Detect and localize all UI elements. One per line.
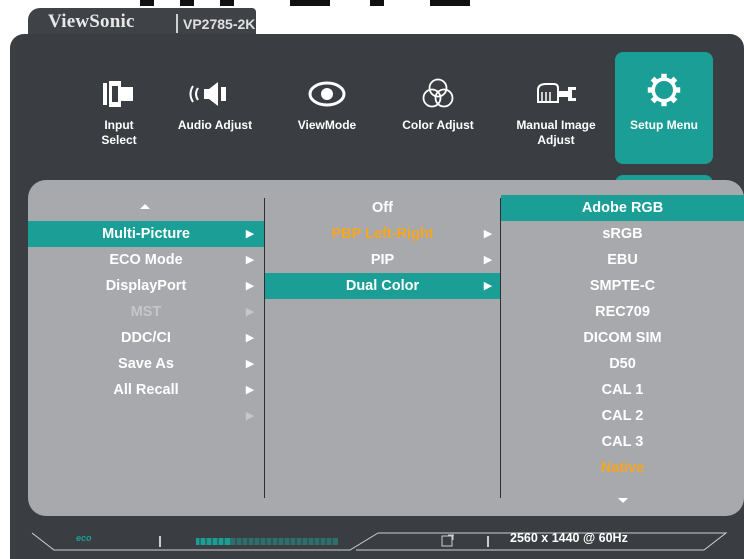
menu-item-ddc-ci[interactable]: DDC/CI ▶ <box>28 325 264 351</box>
menu-item-mst: MST ▶ <box>28 299 264 325</box>
menu-item-multi-picture[interactable]: Multi-Picture ▶ <box>28 221 264 247</box>
brand-separator <box>176 14 178 33</box>
submenu-arrow-icon: ▶ <box>245 280 255 292</box>
menu-item-displayport[interactable]: DisplayPort ▶ <box>28 273 264 299</box>
resolution-readout: 2560 x 1440 @ 60Hz <box>510 531 628 545</box>
menu-item-label: DisplayPort <box>105 278 187 294</box>
color-circles-icon <box>422 78 454 108</box>
submenu-item-off[interactable]: Off <box>265 195 500 221</box>
speaker-icon <box>189 82 226 106</box>
color-option-label: CAL 1 <box>601 382 644 398</box>
submenu-arrow-icon: ▶ <box>245 332 255 344</box>
submenu-arrow-icon: ▶ <box>245 410 255 422</box>
status-bar-frame <box>31 532 728 551</box>
color-option-label: REC709 <box>595 304 650 320</box>
menu-item-save-as[interactable]: Save As ▶ <box>28 351 264 377</box>
nav-audio-adjust[interactable]: Audio Adjust <box>160 54 270 164</box>
menu-item-label: MST <box>130 304 162 320</box>
nav-label-line1: ViewMode <box>297 118 357 132</box>
submenu-item-label: Dual Color <box>345 278 420 294</box>
menu-item-label: DDC/CI <box>121 330 171 346</box>
gear-icon <box>647 73 681 107</box>
color-option-label: Native <box>600 460 645 476</box>
nav-label-line2: Select <box>101 133 137 147</box>
color-option-cal-2[interactable]: CAL 2 <box>501 403 744 429</box>
nav-label-line1: Color Adjust <box>402 118 474 132</box>
color-option-d50[interactable]: D50 <box>501 351 744 377</box>
color-option-label: DICOM SIM <box>583 330 662 346</box>
top-strip <box>140 0 500 8</box>
color-option-adobe-rgb[interactable]: Adobe RGB <box>501 195 744 221</box>
menu-item-eco-mode[interactable]: ECO Mode ▶ <box>28 247 264 273</box>
submenu-arrow-icon: ▶ <box>245 228 255 240</box>
submenu-arrow-icon: ▶ <box>245 384 255 396</box>
menu-item-label: ECO Mode <box>109 252 183 268</box>
nav-label-line1: Audio Adjust <box>177 118 253 132</box>
submenu-item-label: PIP <box>370 252 395 268</box>
nav-color-adjust[interactable]: Color Adjust <box>388 54 488 164</box>
color-option-label: CAL 2 <box>601 408 644 424</box>
color-option-label: EBU <box>607 252 638 268</box>
submenu-arrow-icon: ▶ <box>483 254 493 266</box>
hand-wrench-icon <box>537 83 576 103</box>
nav-label-line1: Input <box>104 118 134 132</box>
nav-input-select[interactable]: Input Select <box>70 54 168 164</box>
color-option-label: CAL 3 <box>601 434 644 450</box>
submenu-arrow-icon: ▶ <box>245 306 255 318</box>
color-option-srgb[interactable]: sRGB <box>501 221 744 247</box>
submenu-arrow-icon: ▶ <box>483 228 493 240</box>
model-name: VP2785-2K <box>183 16 256 32</box>
menu-item-label: All Recall <box>113 382 179 398</box>
nav-setup-menu[interactable]: Setup Menu <box>615 52 713 164</box>
color-option-dicom-sim[interactable]: DICOM SIM <box>501 325 744 351</box>
nav-label-line1: Manual Image <box>516 118 596 132</box>
menu-item-label: Multi-Picture <box>102 226 190 242</box>
color-option-native[interactable]: Native <box>501 455 744 481</box>
submenu-item-pbp-left-right[interactable]: PBP Left-Right ▶ <box>265 221 500 247</box>
scroll-down-icon[interactable] <box>618 498 628 503</box>
input-select-icon <box>103 81 133 107</box>
submenu-arrow-icon: ▶ <box>483 280 493 292</box>
submenu-arrow-icon: ▶ <box>245 254 255 266</box>
submenu-item-dual-color[interactable]: Dual Color ▶ <box>265 273 500 299</box>
color-option-smpte-c[interactable]: SMPTE-C <box>501 273 744 299</box>
color-option-label: Adobe RGB <box>581 200 664 216</box>
submenu-arrow-icon: ▶ <box>245 358 255 370</box>
eye-icon <box>308 81 346 107</box>
submenu-item-pip[interactable]: PIP ▶ <box>265 247 500 273</box>
nav-manual-image-adjust[interactable]: Manual Image Adjust <box>502 54 610 164</box>
nav-label-line2: Adjust <box>537 133 575 147</box>
submenu-item-label: PBP Left-Right <box>331 226 434 242</box>
menu-item-all-recall[interactable]: All Recall ▶ <box>28 377 264 403</box>
color-option-cal-3[interactable]: CAL 3 <box>501 429 744 455</box>
nav-viewmode[interactable]: ViewMode <box>278 54 376 164</box>
submenu-item-label: Off <box>372 200 393 216</box>
color-option-label: SMPTE-C <box>589 278 656 294</box>
scroll-up-icon[interactable] <box>140 204 150 209</box>
menu-panel: Multi-Picture ▶ ECO Mode ▶ DisplayPort ▶… <box>28 180 744 516</box>
osd-window: Input Select Audio Adjust ViewMode Color… <box>10 34 744 559</box>
color-option-ebu[interactable]: EBU <box>501 247 744 273</box>
nav-label-line1: Setup Menu <box>630 118 698 132</box>
color-option-label: D50 <box>609 356 636 372</box>
eco-icon: eco <box>76 533 92 543</box>
status-bar: eco 2560 x 1440 @ 60Hz <box>10 524 744 559</box>
menu-item-empty: ▶ <box>28 403 264 429</box>
color-option-rec709[interactable]: REC709 <box>501 299 744 325</box>
menu-item-label: Save As <box>118 356 174 372</box>
color-option-cal-1[interactable]: CAL 1 <box>501 377 744 403</box>
color-option-label: sRGB <box>602 226 643 242</box>
brand-logo: ViewSonic <box>48 11 135 32</box>
